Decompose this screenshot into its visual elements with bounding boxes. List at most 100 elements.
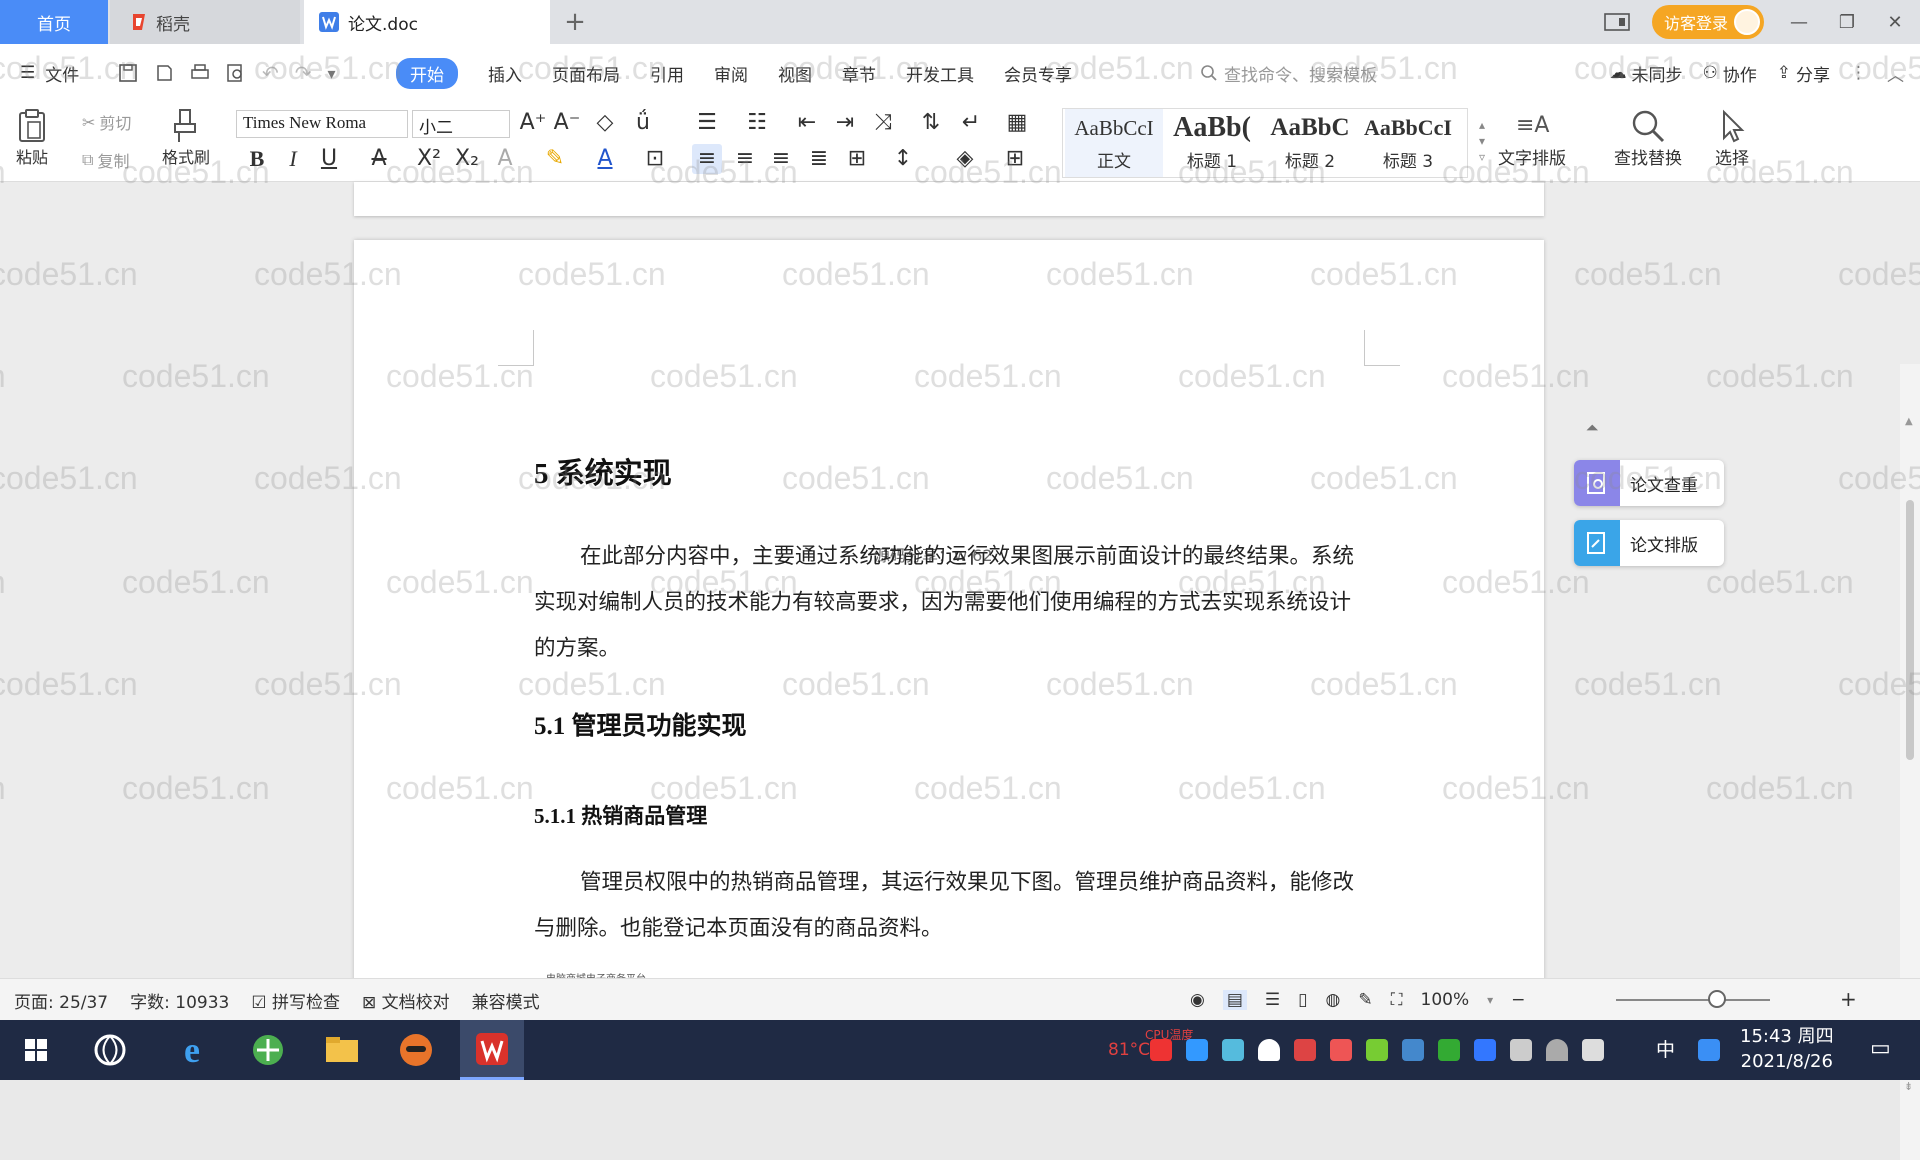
export-icon[interactable] (154, 63, 174, 83)
sort-icon[interactable]: ⇅ (916, 108, 946, 138)
windows-start-icon[interactable] (4, 1020, 68, 1080)
file-menu[interactable]: ☰ 文件 (20, 44, 79, 102)
bell-icon[interactable] (1258, 1039, 1280, 1061)
search-tray-icon[interactable] (1698, 1039, 1720, 1061)
wifi-icon[interactable] (1546, 1039, 1568, 1061)
input-method[interactable]: 中 (1656, 1020, 1675, 1080)
find-replace-button[interactable]: 查找替换 (1614, 108, 1682, 169)
tray-app-icon[interactable] (1294, 1039, 1316, 1061)
sync-button[interactable]: ☁ 未同步 (1610, 61, 1683, 86)
zoom-slider[interactable] (1616, 999, 1770, 1001)
paper-check-button[interactable]: 论文查重 (1574, 460, 1724, 506)
decrease-indent-icon[interactable]: ⇤ (792, 108, 822, 138)
new-tab-button[interactable]: + (560, 0, 590, 44)
bold-icon[interactable]: B (242, 144, 272, 174)
increase-indent-icon[interactable]: ⇥ (830, 108, 860, 138)
align-center-icon[interactable]: ≡ (730, 144, 760, 174)
share-button[interactable]: ⇪ 分享 (1777, 61, 1830, 86)
customize-icon[interactable]: ▾ (328, 64, 336, 83)
zoom-dropdown-icon[interactable]: ▾ (1487, 993, 1493, 1007)
tab-insert[interactable]: 插入 (488, 61, 522, 86)
distribute-icon[interactable]: ⊞ (842, 144, 872, 174)
next-page-icon[interactable]: ⇟ (1904, 1080, 1913, 1093)
tab-review[interactable]: 审阅 (714, 61, 748, 86)
proofread-button[interactable]: ⊠ 文档校对 (362, 988, 450, 1013)
text-effect-icon[interactable]: A (490, 144, 520, 174)
text-layout-button[interactable]: ≡A 文字排版 (1498, 108, 1566, 169)
italic-icon[interactable]: I (278, 144, 308, 174)
read-view-icon[interactable]: ▯ (1298, 990, 1307, 1010)
underline-icon[interactable]: U (314, 144, 344, 174)
wps-writer-icon[interactable] (460, 1020, 524, 1080)
document-page[interactable]: 5 系统实现 源码分享：w 62 在此部分内容中，主要通过系统功能的运行效果图展… (354, 240, 1544, 1000)
login-button[interactable]: 访客登录 (1651, 5, 1764, 39)
notification-icon[interactable]: ▭ (1870, 1036, 1891, 1061)
bluetooth-icon[interactable] (1474, 1039, 1496, 1061)
zoom-slider-knob[interactable] (1708, 990, 1726, 1008)
clock[interactable]: 15:43 周四 2021/8/26 (1740, 1024, 1834, 1074)
highlight-icon[interactable]: ✎ (540, 144, 570, 174)
app-launcher-icon[interactable] (78, 1020, 142, 1080)
style-heading3[interactable]: AaBbCcI 标题 3 (1359, 109, 1457, 177)
tray-app-icon[interactable] (1330, 1039, 1352, 1061)
style-heading1[interactable]: AaBb( 标题 1 (1163, 109, 1261, 177)
font-name-select[interactable]: Times New Roma (236, 110, 408, 138)
undo-icon[interactable]: ↶ (262, 61, 279, 85)
restore-icon[interactable]: ❐ (1834, 12, 1860, 33)
command-search[interactable]: 查找命令、搜索模板 (1200, 44, 1377, 102)
collapse-ribbon-icon[interactable]: ︿ (1887, 61, 1904, 86)
char-border-icon[interactable]: ⊡ (640, 144, 670, 174)
tab-document[interactable]: 论文.doc (304, 0, 550, 44)
grow-font-icon[interactable]: A⁺ (518, 108, 548, 138)
font-size-select[interactable]: 小二 (412, 110, 510, 138)
tab-page-layout[interactable]: 页面布局 (552, 61, 620, 86)
word-count[interactable]: 字数: 10933 (130, 988, 229, 1013)
browser-360-icon[interactable] (236, 1020, 300, 1080)
page-view-icon[interactable]: ▤ (1222, 990, 1247, 1010)
font-color-icon[interactable]: A (590, 144, 620, 174)
write-mode-icon[interactable]: ✎ (1358, 990, 1372, 1010)
copy-button[interactable]: ⧉ 复制 (82, 148, 129, 172)
print-icon[interactable] (190, 63, 210, 83)
tray-app-icon[interactable] (1366, 1039, 1388, 1061)
more-icon[interactable]: ⋮ (1850, 63, 1867, 83)
web-view-icon[interactable]: ◍ (1326, 990, 1341, 1010)
nvidia-icon[interactable] (1438, 1039, 1460, 1061)
page-indicator[interactable]: 页面: 25/37 (14, 988, 108, 1013)
style-scroll-icon[interactable]: ▴ ▾ ▿ (1479, 117, 1485, 165)
scroll-thumb[interactable] (1906, 500, 1914, 760)
align-left-icon[interactable]: ≡ (692, 144, 722, 174)
shield-icon[interactable] (1222, 1039, 1244, 1061)
cut-button[interactable]: ✂ 剪切 (82, 110, 131, 134)
tab-view[interactable]: 视图 (778, 61, 812, 86)
clear-format-icon[interactable]: ◇ (590, 108, 620, 138)
redo-icon[interactable]: ↷ (295, 61, 312, 85)
table-layout-icon[interactable]: ▦ (1002, 108, 1032, 138)
fit-page-icon[interactable]: ⛶ (1391, 990, 1403, 1010)
print-preview-icon[interactable] (226, 63, 246, 83)
tab-start[interactable]: 开始 (396, 57, 458, 89)
subscript-icon[interactable]: X₂ (452, 144, 482, 174)
tab-developer[interactable]: 开发工具 (906, 61, 974, 86)
tray-app-icon[interactable] (1186, 1039, 1208, 1061)
tray-app-icon[interactable] (1150, 1039, 1172, 1061)
format-painter-button[interactable]: 格式刷 (162, 108, 210, 168)
battery-icon[interactable] (1510, 1039, 1532, 1061)
file-explorer-icon[interactable] (310, 1020, 374, 1080)
tab-home[interactable]: 首页 (0, 0, 108, 44)
justify-icon[interactable]: ≣ (804, 144, 834, 174)
minimize-icon[interactable]: — (1786, 12, 1812, 33)
show-marks-icon[interactable]: ↵ (956, 108, 986, 138)
style-heading2[interactable]: AaBbC 标题 2 (1261, 109, 1359, 177)
style-normal[interactable]: AaBbCcI 正文 (1065, 109, 1163, 177)
window-mode-icon[interactable] (1604, 12, 1630, 32)
chinese-layout-icon[interactable]: ⤨ (868, 108, 898, 138)
ie-browser-icon[interactable]: e (160, 1020, 224, 1080)
shading-icon[interactable]: ◈ (950, 144, 980, 174)
bullet-list-icon[interactable]: ☰ (692, 108, 722, 138)
game-app-icon[interactable] (384, 1020, 448, 1080)
tab-chapter[interactable]: 章节 (842, 61, 876, 86)
numbered-list-icon[interactable]: ☷ (742, 108, 772, 138)
tab-member[interactable]: 会员专享 (1004, 61, 1072, 86)
zoom-level[interactable]: 100% (1421, 990, 1470, 1010)
